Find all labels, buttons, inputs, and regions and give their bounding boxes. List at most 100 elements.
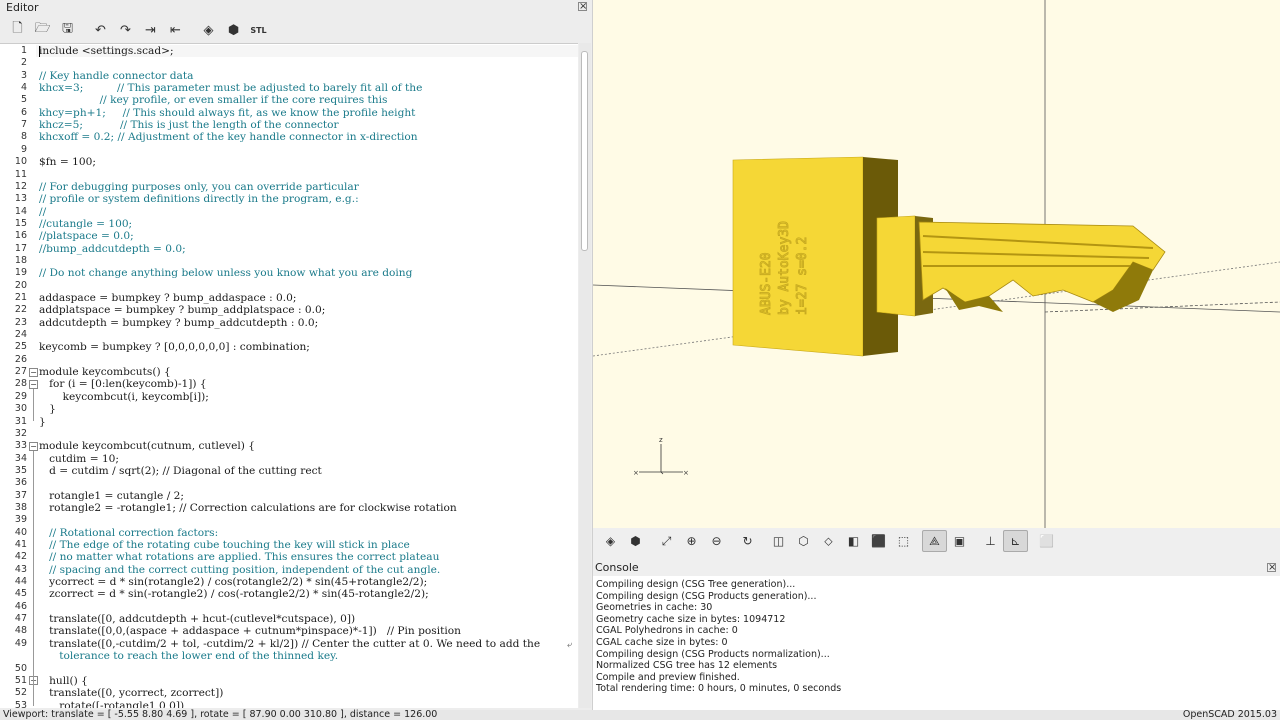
view-all-icon[interactable]: ⤢ — [654, 530, 679, 552]
code-line: keycombcut(i, keycomb[i]); — [39, 390, 209, 403]
console-line: Compiling design (CSG Tree generation)..… — [596, 579, 796, 590]
console-line: CGAL cache size in bytes: 0 — [596, 636, 728, 648]
line-number: 16 — [14, 230, 27, 242]
line-number: 25 — [14, 341, 27, 353]
engraving-line-1: ABUS-E20 — [759, 252, 774, 315]
code-line: rotate([-rotangle1,0,0]) — [39, 699, 185, 708]
view-left-icon[interactable]: ◧ — [841, 530, 866, 552]
scrollbar-thumb[interactable] — [581, 51, 588, 251]
show-edges-icon[interactable]: ⬜ — [1034, 530, 1059, 552]
code-line: module keycombcut(cutnum, cutlevel) { — [39, 440, 256, 453]
code-line: addcutdepth = bumpkey ? bump_addcutdepth… — [39, 316, 319, 329]
console-title: Console — [595, 561, 639, 574]
line-number: 26 — [14, 353, 27, 365]
line-number: 3 — [20, 69, 27, 81]
line-number: 4 — [20, 82, 27, 94]
unindent-icon[interactable]: ⇤ — [164, 19, 187, 41]
line-number: 51 — [14, 674, 27, 686]
view-right-icon[interactable]: ◫ — [766, 530, 791, 552]
editor-panel: Editor × 🗋 🗁 🖫 ↶ ↷ ⇥ ⇤ ◈ ⬢ STL 1 2 3 4 5 6 7 8 9 10 11 12 13 1… — [0, 0, 592, 710]
line-number: 1 — [20, 45, 27, 56]
3d-viewport[interactable]: ABUS-E20 by AutoKey3D i=27 s=0.2 z × × — [592, 0, 1280, 528]
view-top-icon[interactable]: ⬡ — [791, 530, 816, 552]
code-line: //platspace = 0.0; — [39, 230, 134, 243]
svg-text:×: × — [633, 469, 639, 477]
code-line: translate([0,-cutdim/2 + tol, -cutdim/2 … — [39, 637, 541, 650]
console-line: Geometries in cache: 30 — [596, 602, 713, 614]
line-number: 24 — [14, 329, 27, 341]
line-number: 49 — [14, 637, 27, 649]
line-number: 2 — [20, 57, 27, 69]
line-number: 39 — [14, 514, 27, 526]
code-line: zcorrect = d * sin(-rotangle2) / cos(-ro… — [39, 588, 429, 601]
new-file-icon[interactable]: 🗋 — [6, 19, 29, 41]
line-number: 31 — [14, 415, 27, 427]
render-icon[interactable]: ⬢ — [623, 530, 648, 552]
line-number: 38 — [14, 501, 27, 513]
line-number: 30 — [14, 403, 27, 415]
code-line: addplatspace = bumpkey ? bump_addplatspa… — [39, 304, 326, 317]
line-number: 41 — [14, 539, 27, 550]
view-bottom-icon[interactable]: ⬦ — [816, 530, 841, 552]
code-line: // — [39, 205, 47, 218]
line-number: 15 — [14, 217, 27, 229]
axis-gizmo-z-label: z — [659, 436, 663, 444]
code-line: khcz=5; // This is just the length of th… — [39, 119, 339, 132]
console-output[interactable]: Compiling design (CSG Tree generation)..… — [593, 576, 1280, 710]
code-line: } — [39, 415, 46, 428]
code-line: cutdim = 10; — [39, 452, 119, 465]
code-line: // no matter what rotations are applied.… — [39, 551, 440, 564]
editor-close-icon[interactable]: × — [578, 2, 587, 12]
code-line: hull() { — [39, 674, 88, 687]
console-line: Compiling design (CSG Products generatio… — [596, 590, 817, 602]
line-number: 23 — [14, 316, 27, 328]
fold-toggle-icon[interactable]: − — [29, 367, 38, 377]
open-file-icon[interactable]: 🗁 — [31, 19, 54, 41]
code-line: rotangle2 = -rotangle1; // Correction ca… — [39, 501, 457, 514]
fold-guide — [33, 388, 34, 422]
console-line: Geometry cache size in bytes: 1094712 — [596, 613, 786, 625]
fold-toggle-icon[interactable]: − — [29, 379, 38, 389]
line-number: 52 — [14, 687, 27, 699]
fold-toggle-icon[interactable]: − — [29, 441, 38, 451]
view-front-icon[interactable]: ⬛ — [866, 530, 891, 552]
code-line: // spacing and the correct cutting posit… — [39, 563, 441, 576]
code-line: ycorrect = d * sin(rotangle2) / cos(rota… — [39, 576, 428, 589]
line-number: 22 — [14, 304, 27, 316]
code-line: //bump_addcutdepth = 0.0; — [39, 242, 186, 255]
console-close-icon[interactable]: × — [1267, 563, 1276, 573]
view-back-icon[interactable]: ⬚ — [891, 530, 916, 552]
indent-icon[interactable]: ⇥ — [139, 19, 162, 41]
code-line: translate([0, addcutdepth + hcut-(cutlev… — [39, 613, 356, 626]
editor-title: Editor — [6, 1, 39, 14]
line-number: 37 — [14, 489, 27, 501]
perspective-icon[interactable]: ⟁ — [922, 530, 947, 552]
reset-view-icon[interactable]: ↻ — [735, 530, 760, 552]
axis-gizmo: z × × — [633, 436, 689, 477]
code-line: khcy=ph+1; // This should always fit, as… — [39, 106, 416, 119]
line-number: 19 — [14, 267, 27, 279]
preview-icon[interactable]: ◈ — [598, 530, 623, 552]
show-axes-icon[interactable]: ⊥ — [978, 530, 1003, 552]
zoom-out-icon[interactable]: ⊖ — [704, 530, 729, 552]
line-number: 45 — [14, 588, 27, 600]
zoom-in-icon[interactable]: ⊕ — [679, 530, 704, 552]
undo-icon[interactable]: ↶ — [89, 19, 112, 41]
console-line: Compile and preview finished. — [596, 671, 740, 683]
line-number: 13 — [14, 193, 27, 205]
export-stl-icon[interactable]: STL — [247, 19, 270, 41]
code-editor[interactable]: 1 2 3 4 5 6 7 8 9 10 11 12 13 14 15 16 17 18 19 20 21 22 23 24 2… — [0, 43, 578, 708]
preview-icon[interactable]: ◈ — [197, 19, 220, 41]
redo-icon[interactable]: ↷ — [114, 19, 137, 41]
editor-scrollbar[interactable] — [579, 43, 591, 708]
show-scale-icon[interactable]: ⊾ — [1003, 530, 1028, 552]
code-line: // key profile, or even smaller if the c… — [39, 94, 388, 107]
line-number: 12 — [14, 180, 27, 192]
line-number: 21 — [14, 292, 27, 303]
save-file-icon[interactable]: 🖫 — [56, 19, 79, 41]
code-line: module keycombcuts() { — [39, 366, 171, 379]
orthogonal-icon[interactable]: ▣ — [947, 530, 972, 552]
render-icon[interactable]: ⬢ — [222, 19, 245, 41]
line-number: 46 — [14, 600, 27, 612]
line-wrap-icon: ⤶ — [567, 640, 573, 650]
